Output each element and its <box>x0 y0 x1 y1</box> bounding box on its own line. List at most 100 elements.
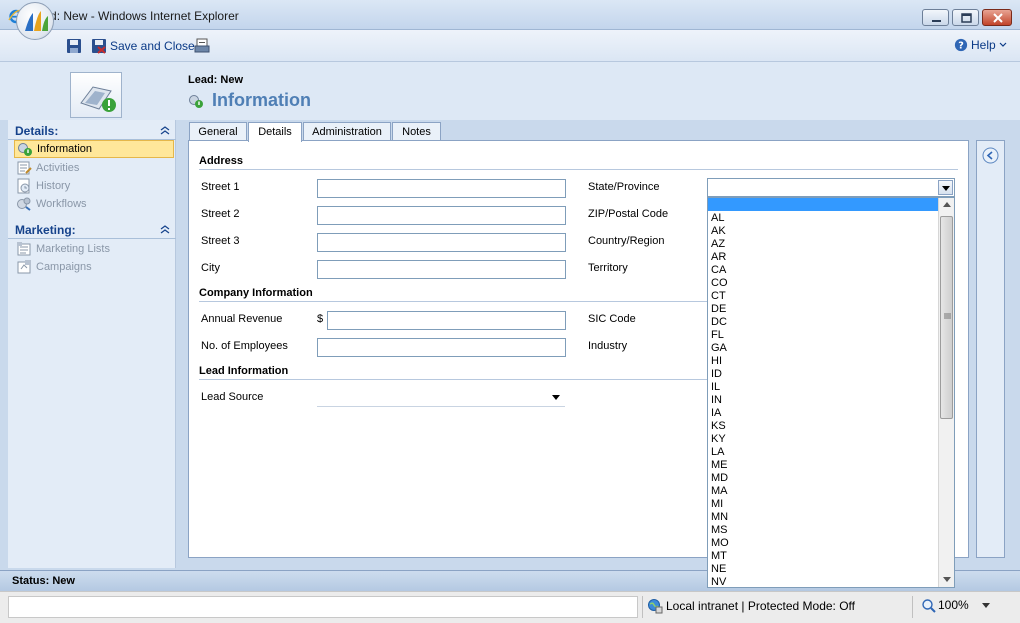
street1-input[interactable] <box>317 179 566 198</box>
state-dropdown-button[interactable] <box>938 180 953 195</box>
nav-item-marketing-lists[interactable]: Marketing Lists <box>14 240 174 258</box>
zoom-icon[interactable] <box>922 599 936 613</box>
country-label: Country/Region <box>588 235 665 247</box>
history-icon <box>17 178 30 194</box>
workflows-icon <box>17 197 31 211</box>
state-option[interactable]: HI <box>711 355 937 368</box>
lead-section-header: Lead Information <box>199 365 289 377</box>
address-section-header: Address <box>199 155 244 167</box>
street1-label: Street 1 <box>201 181 240 193</box>
state-option[interactable]: LA <box>711 446 937 459</box>
crm-logo[interactable] <box>16 2 54 40</box>
company-section-header: Company Information <box>199 287 313 299</box>
state-option[interactable]: MD <box>711 472 937 485</box>
state-option[interactable]: AL <box>711 212 937 225</box>
state-list-scrollbar[interactable] <box>938 198 954 587</box>
intranet-zone-icon <box>648 599 663 614</box>
state-option[interactable]: IN <box>711 394 937 407</box>
employees-input[interactable] <box>317 338 566 357</box>
collapse-left-icon[interactable] <box>982 147 999 164</box>
street3-input[interactable] <box>317 233 566 252</box>
state-option[interactable]: GA <box>711 342 937 355</box>
form-toolbar: Save and Close ? Help <box>0 30 1020 62</box>
grip-icon <box>944 313 951 319</box>
dropdown-arrow-icon <box>942 186 950 191</box>
street3-label: Street 3 <box>201 235 240 247</box>
scroll-down-icon <box>943 577 951 582</box>
state-option[interactable]: CA <box>711 264 937 277</box>
state-option[interactable]: AZ <box>711 238 937 251</box>
company-section-divider <box>199 301 707 302</box>
state-option[interactable]: MT <box>711 550 937 563</box>
form-title: Information <box>212 90 311 110</box>
state-option[interactable]: IA <box>711 407 937 420</box>
scroll-up-icon <box>943 202 951 207</box>
state-option[interactable]: MI <box>711 498 937 511</box>
maximize-icon <box>961 13 972 23</box>
employees-label: No. of Employees <box>201 340 288 352</box>
state-option[interactable]: DC <box>711 316 937 329</box>
security-zone-text: Local intranet | Protected Mode: Off <box>666 599 855 613</box>
state-option[interactable]: NV <box>711 576 937 587</box>
nav-item-campaigns[interactable]: Campaigns <box>14 258 174 276</box>
marketing-section-header[interactable]: Marketing: <box>8 221 176 239</box>
state-option[interactable]: MA <box>711 485 937 498</box>
nav-item-label: Marketing Lists <box>36 243 110 255</box>
state-option[interactable]: ID <box>711 368 937 381</box>
minimize-button[interactable] <box>922 9 949 26</box>
help-label: Help <box>971 38 996 52</box>
annual-revenue-label: Annual Revenue <box>201 313 283 325</box>
help-button[interactable]: ? Help <box>954 38 1007 52</box>
save-and-close-button[interactable]: Save and Close <box>91 37 195 55</box>
street2-input[interactable] <box>317 206 566 225</box>
state-option[interactable]: AK <box>711 225 937 238</box>
close-button[interactable] <box>982 9 1012 26</box>
state-option[interactable]: NE <box>711 563 937 576</box>
details-section-header[interactable]: Details: <box>8 122 176 140</box>
currency-symbol: $ <box>317 313 324 325</box>
zoom-level[interactable]: 100% <box>938 598 969 612</box>
state-option[interactable]: MS <box>711 524 937 537</box>
state-option[interactable]: DE <box>711 303 937 316</box>
chevron-down-icon <box>999 42 1007 47</box>
details-header-label: Details: <box>15 124 59 138</box>
nav-item-history[interactable]: History <box>14 177 174 195</box>
nav-item-label: Workflows <box>36 198 87 210</box>
tab-administration[interactable]: Administration <box>303 122 391 141</box>
tab-notes[interactable]: Notes <box>392 122 441 141</box>
state-dropdown-list[interactable]: AL AK AZ AR CA CO CT DE DC FL GA HI ID IL IN IA KS KY LA ME… <box>707 197 955 588</box>
nav-item-workflows[interactable]: Workflows <box>14 195 174 213</box>
save-and-close-icon <box>92 39 106 54</box>
state-option[interactable]: MO <box>711 537 937 550</box>
status-text: Status: New <box>12 575 75 587</box>
lead-icon <box>80 86 116 112</box>
state-option[interactable]: KY <box>711 433 937 446</box>
state-option[interactable]: CT <box>711 290 937 303</box>
state-option[interactable]: KS <box>711 420 937 433</box>
lead-entity-image <box>70 72 122 118</box>
chevron-down-icon[interactable] <box>982 603 990 608</box>
save-icon[interactable] <box>66 38 82 54</box>
print-preview-icon[interactable] <box>194 38 210 54</box>
state-option[interactable]: FL <box>711 329 937 342</box>
state-option[interactable]: CO <box>711 277 937 290</box>
lead-section-divider <box>199 379 707 380</box>
lead-source-select[interactable] <box>317 388 565 407</box>
annual-revenue-input[interactable] <box>327 311 566 330</box>
state-option[interactable]: AR <box>711 251 937 264</box>
state-label: State/Province <box>588 181 660 193</box>
tab-details[interactable]: Details <box>248 122 302 142</box>
state-option[interactable]: IL <box>711 381 937 394</box>
nav-item-information[interactable]: Information <box>14 140 174 158</box>
nav-item-activities[interactable]: Activities <box>14 159 174 177</box>
tab-general[interactable]: General <box>189 122 247 141</box>
state-select[interactable] <box>707 178 955 197</box>
state-option[interactable]: MN <box>711 511 937 524</box>
lead-source-label: Lead Source <box>201 391 264 403</box>
maximize-button[interactable] <box>952 9 979 26</box>
nav-item-label: Campaigns <box>36 261 92 273</box>
state-option-blank[interactable] <box>708 198 939 211</box>
state-option[interactable]: ME <box>711 459 937 472</box>
scroll-thumb[interactable] <box>940 216 953 419</box>
city-input[interactable] <box>317 260 566 279</box>
